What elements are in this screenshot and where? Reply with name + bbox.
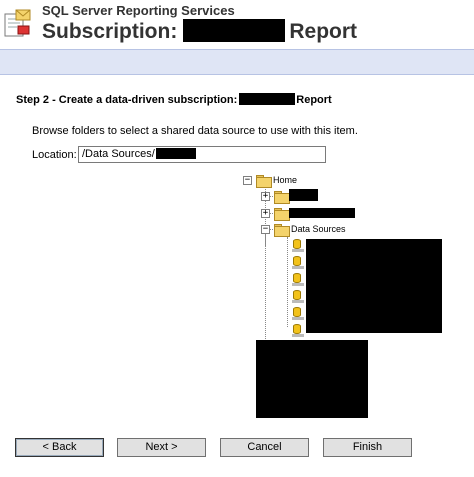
folder-icon [274,208,290,221]
step-heading-suffix: Report [296,94,332,106]
instructions-text: Browse folders to select a shared data s… [32,125,358,137]
next-button[interactable]: Next > [117,438,206,457]
location-value: /Data Sources/ [82,148,155,160]
redacted-report-name [239,93,296,105]
data-source-icon[interactable] [292,307,304,321]
data-source-icon[interactable] [292,239,304,253]
tree-connector [287,237,288,327]
folder-tree: − Home + + − Data Sources [240,170,470,430]
tree-connector [265,234,266,339]
step-heading-prefix: Step 2 - Create a data-driven subscripti… [16,94,238,106]
step-heading: Step 2 - Create a data-driven subscripti… [16,93,332,106]
page-title-suffix: Report [289,20,358,43]
tree-item-data-sources[interactable]: Data Sources [291,224,346,234]
folder-icon [256,175,272,188]
cancel-button[interactable]: Cancel [220,438,309,457]
redacted-data-source-names [306,239,442,333]
finish-button[interactable]: Finish [323,438,412,457]
header: SQL Server Reporting Services Subscripti… [0,0,474,46]
tree-expander-folder-2[interactable]: + [261,209,270,218]
data-source-icon[interactable] [292,324,304,338]
tree-item-home[interactable]: Home [273,175,297,185]
folder-icon [274,224,290,237]
redacted-location-part [155,148,196,159]
report-server-icon [4,9,31,37]
data-source-icon[interactable] [292,256,304,270]
page-title-prefix: Subscription: [42,20,178,43]
redacted-folder-name [289,208,355,218]
data-source-icon[interactable] [292,290,304,304]
folder-icon [274,191,290,204]
tree-expander-data-sources[interactable]: − [261,225,270,234]
redacted-tree-items [256,340,368,418]
location-field[interactable]: /Data Sources/ [78,146,326,163]
back-button[interactable]: < Back [15,438,104,457]
redacted-report-name [183,19,286,42]
page-title: Subscription: Report [42,19,357,44]
tree-expander-home[interactable]: − [243,176,252,185]
toolbar-band [0,49,474,75]
data-source-icon[interactable] [292,273,304,287]
location-label: Location: [32,149,77,161]
tree-expander-folder-1[interactable]: + [261,192,270,201]
app-title: SQL Server Reporting Services [42,3,235,18]
redacted-folder-name [289,189,318,201]
